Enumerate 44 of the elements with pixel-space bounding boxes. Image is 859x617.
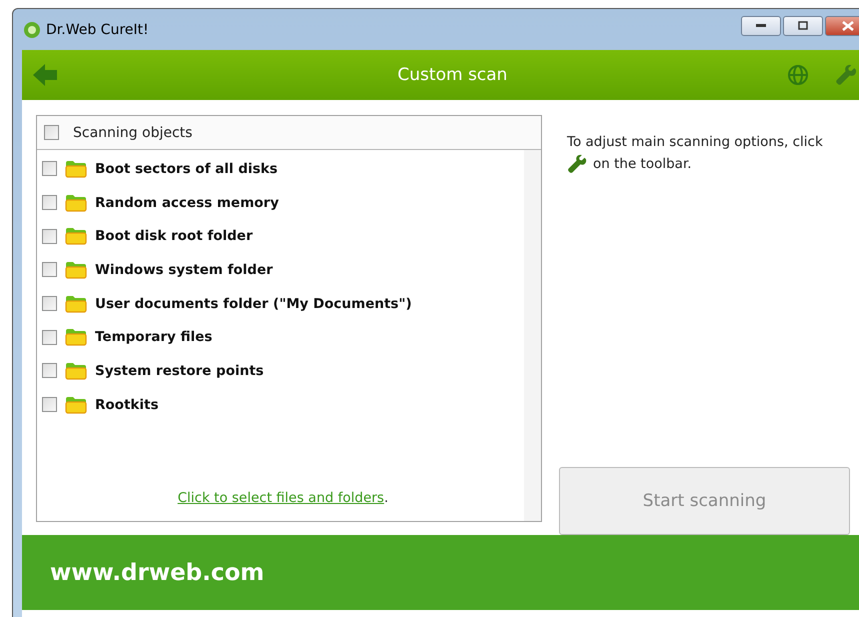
object-label: User documents folder ("My Documents"): [95, 296, 412, 312]
checkbox[interactable]: [42, 262, 57, 278]
maximize-icon: [798, 21, 808, 30]
app-logo-icon: [22, 20, 42, 40]
window-title: Dr.Web CureIt!: [46, 22, 150, 38]
back-arrow-icon[interactable]: [32, 62, 58, 88]
checkbox[interactable]: [44, 125, 59, 140]
checkbox[interactable]: [42, 296, 57, 312]
period-text: .: [384, 490, 388, 506]
folder-icon: [65, 227, 87, 246]
website-url[interactable]: www.drweb.com: [50, 560, 264, 586]
minimize-icon: [756, 24, 766, 28]
column-header: Scanning objects: [73, 124, 192, 140]
object-label: Rootkits: [95, 396, 158, 413]
close-button[interactable]: [825, 16, 859, 36]
checkbox[interactable]: [42, 330, 57, 345]
settings-icon[interactable]: [835, 64, 857, 86]
object-label: System restore points: [95, 362, 264, 379]
object-label: Windows system folder: [95, 262, 273, 278]
folder-icon: [65, 194, 87, 212]
checkbox[interactable]: [42, 195, 57, 210]
object-label: Boot disk root folder: [95, 228, 253, 244]
folder-icon: [65, 260, 87, 279]
globe-icon[interactable]: [787, 64, 809, 86]
folder-icon: [65, 294, 87, 313]
hint-text: on the toolbar.: [593, 155, 692, 174]
checkbox[interactable]: [42, 228, 57, 244]
maximize-button[interactable]: [783, 16, 823, 36]
hint-text: To adjust main scanning options, click: [567, 134, 823, 150]
object-label: Random access memory: [95, 194, 279, 211]
folder-icon: [65, 362, 87, 380]
wrench-icon: [567, 154, 587, 174]
folder-icon: [65, 160, 87, 178]
object-label: Temporary files: [95, 329, 212, 346]
folder-icon: [65, 328, 87, 346]
folder-icon: [65, 396, 87, 414]
close-icon: [842, 20, 854, 30]
checkbox[interactable]: [42, 161, 57, 176]
object-label: Boot sectors of all disks: [95, 160, 278, 177]
checkbox[interactable]: [42, 397, 57, 412]
minimize-button[interactable]: [741, 16, 781, 36]
select-files-link[interactable]: Click to select files and folders: [178, 490, 384, 506]
checkbox[interactable]: [42, 363, 57, 378]
toolbar-title: Custom scan: [396, 65, 508, 85]
